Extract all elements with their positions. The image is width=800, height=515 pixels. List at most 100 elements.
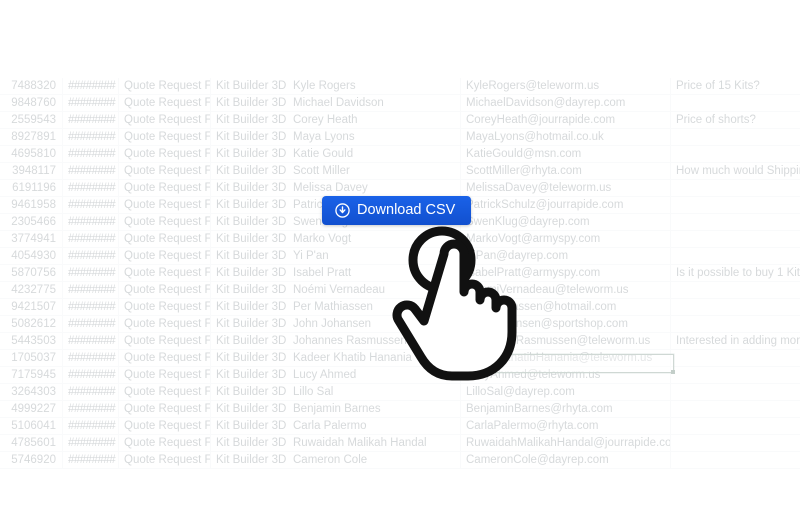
cell-form[interactable]: Quote Request Form [118,316,210,333]
cell-message[interactable]: How much would Shipping [670,163,800,180]
cell-form[interactable]: Quote Request Form [118,78,210,95]
cell-message[interactable] [670,316,800,333]
cell-name[interactable]: Ruwaidah Malikah Handal [288,435,460,452]
cell-form[interactable]: Quote Request Form [118,214,210,231]
cell-email[interactable]: PerMathiassen@hotmail.com [460,299,670,316]
cell-product[interactable]: Kit Builder 3D [210,248,288,265]
cell-name[interactable]: Cameron Cole [288,452,460,469]
cell-message[interactable] [670,299,800,316]
table-row[interactable]: 5870756########Quote Request FormKit Bui… [0,265,800,282]
cell-message[interactable]: Is it possible to buy 1 Kit? [670,265,800,282]
cell-id[interactable]: 2559543 [0,112,62,129]
cell-form[interactable]: Quote Request Form [118,418,210,435]
cell-email[interactable]: BenjaminBarnes@rhyta.com [460,401,670,418]
cell-product[interactable]: Kit Builder 3D [210,384,288,401]
cell-id[interactable]: 5443503 [0,333,62,350]
cell-message[interactable]: Price of 15 Kits? [670,78,800,95]
selection-fill-handle[interactable] [671,370,675,374]
cell-message[interactable] [670,248,800,265]
table-row[interactable]: 3948117########Quote Request FormKit Bui… [0,163,800,180]
cell-id[interactable]: 5870756 [0,265,62,282]
cell-name[interactable]: Johannes Rasmussen [288,333,460,350]
cell-email[interactable]: LilloSal@dayrep.com [460,384,670,401]
cell-date[interactable]: ######## [62,316,118,333]
cell-email[interactable]: ScottMiller@rhyta.com [460,163,670,180]
cell-id[interactable]: 2305466 [0,214,62,231]
cell-id[interactable]: 3948117 [0,163,62,180]
cell-message[interactable] [670,384,800,401]
cell-product[interactable]: Kit Builder 3D [210,180,288,197]
cell-name[interactable]: Yi P'an [288,248,460,265]
cell-product[interactable]: Kit Builder 3D [210,95,288,112]
cell-product[interactable]: Kit Builder 3D [210,197,288,214]
table-row[interactable]: 4999227########Quote Request FormKit Bui… [0,401,800,418]
cell-message[interactable] [670,180,800,197]
cell-name[interactable]: Noémi Vernadeau [288,282,460,299]
download-csv-button[interactable]: Download CSV [322,196,472,225]
cell-date[interactable]: ######## [62,418,118,435]
cell-date[interactable]: ######## [62,180,118,197]
cell-product[interactable]: Kit Builder 3D [210,214,288,231]
cell-message[interactable] [670,129,800,146]
cell-date[interactable]: ######## [62,401,118,418]
table-row[interactable]: 8927891########Quote Request FormKit Bui… [0,129,800,146]
cell-id[interactable]: 5082612 [0,316,62,333]
cell-form[interactable]: Quote Request Form [118,146,210,163]
table-row[interactable]: 5746920########Quote Request FormKit Bui… [0,452,800,469]
cell-email[interactable]: RuwaidahMalikahHandal@jourrapide.com [460,435,670,452]
cell-product[interactable]: Kit Builder 3D [210,333,288,350]
table-row[interactable]: 4695810########Quote Request FormKit Bui… [0,146,800,163]
cell-date[interactable]: ######## [62,129,118,146]
cell-product[interactable]: Kit Builder 3D [210,452,288,469]
cell-form[interactable]: Quote Request Form [118,95,210,112]
cell-id[interactable]: 7488320 [0,78,62,95]
cell-email[interactable]: CameronCole@dayrep.com [460,452,670,469]
cell-product[interactable]: Kit Builder 3D [210,265,288,282]
table-row[interactable]: 3264303########Quote Request FormKit Bui… [0,384,800,401]
cell-email[interactable]: PatrickSchulz@jourrapide.com [460,197,670,214]
table-row[interactable]: 9421507########Quote Request FormKit Bui… [0,299,800,316]
cell-form[interactable]: Quote Request Form [118,452,210,469]
cell-date[interactable]: ######## [62,163,118,180]
cell-name[interactable]: Michael Davidson [288,95,460,112]
cell-email[interactable]: MelissaDavey@teleworm.us [460,180,670,197]
cell-form[interactable]: Quote Request Form [118,265,210,282]
table-row[interactable]: 2559543########Quote Request FormKit Bui… [0,112,800,129]
table-row[interactable]: 9848760########Quote Request FormKit Bui… [0,95,800,112]
cell-date[interactable]: ######## [62,231,118,248]
cell-id[interactable]: 3264303 [0,384,62,401]
cell-id[interactable]: 4999227 [0,401,62,418]
cell-form[interactable]: Quote Request Form [118,112,210,129]
cell-form[interactable]: Quote Request Form [118,401,210,418]
cell-form[interactable]: Quote Request Form [118,367,210,384]
cell-email[interactable]: CoreyHeath@jourrapide.com [460,112,670,129]
cell-name[interactable]: Lillo Sal [288,384,460,401]
cell-email[interactable]: KyleRogers@teleworm.us [460,78,670,95]
table-row[interactable]: 5082612########Quote Request FormKit Bui… [0,316,800,333]
cell-message[interactable] [670,367,800,384]
cell-name[interactable]: Benjamin Barnes [288,401,460,418]
cell-product[interactable]: Kit Builder 3D [210,78,288,95]
cell-form[interactable]: Quote Request Form [118,180,210,197]
cell-id[interactable]: 7175945 [0,367,62,384]
cell-id[interactable]: 4054930 [0,248,62,265]
cell-product[interactable]: Kit Builder 3D [210,435,288,452]
cell-email[interactable]: MayaLyons@hotmail.co.uk [460,129,670,146]
cell-product[interactable]: Kit Builder 3D [210,316,288,333]
cell-product[interactable]: Kit Builder 3D [210,350,288,367]
cell-date[interactable]: ######## [62,112,118,129]
cell-message[interactable]: Interested in adding more [670,333,800,350]
cell-message[interactable] [670,146,800,163]
cell-name[interactable]: Marko Vogt [288,231,460,248]
cell-date[interactable]: ######## [62,197,118,214]
cell-name[interactable]: Scott Miller [288,163,460,180]
cell-form[interactable]: Quote Request Form [118,435,210,452]
cell-email[interactable]: SwenKlug@dayrep.com [460,214,670,231]
cell-date[interactable]: ######## [62,95,118,112]
cell-date[interactable]: ######## [62,146,118,163]
cell-form[interactable]: Quote Request Form [118,163,210,180]
cell-id[interactable]: 5106041 [0,418,62,435]
cell-product[interactable]: Kit Builder 3D [210,163,288,180]
cell-date[interactable]: ######## [62,452,118,469]
cell-name[interactable]: Kyle Rogers [288,78,460,95]
